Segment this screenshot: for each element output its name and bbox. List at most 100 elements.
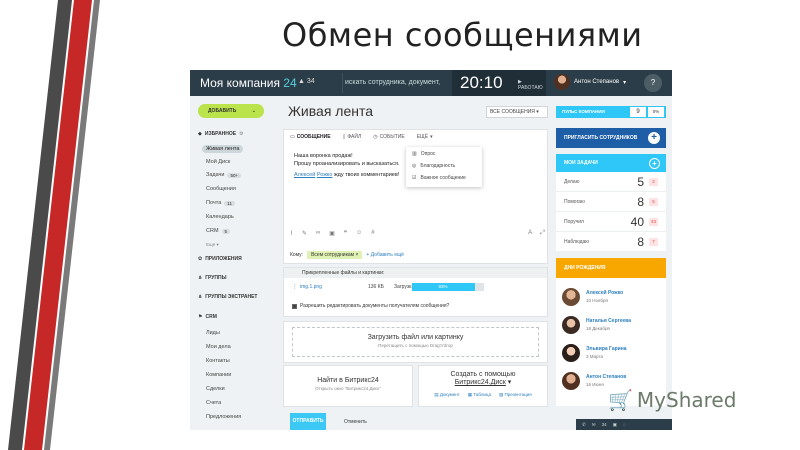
allow-edit-checkbox[interactable]: Разрешить редактировать документы получа…: [292, 303, 449, 309]
sidebar-item-calendar[interactable]: Календарь: [206, 214, 234, 220]
send-button[interactable]: ОТПРАВИТЬ: [290, 413, 326, 430]
recipient-chip[interactable]: Всем сотрудникам ×: [307, 251, 363, 259]
attached-file[interactable]: ⋮ img.1.png: [292, 284, 322, 290]
find-in-bitrix-box[interactable]: Найти в Битрикс24 Открыть окно "Битрикс2…: [283, 365, 413, 407]
quote-icon[interactable]: ❞: [344, 230, 347, 237]
dropzone[interactable]: Загрузить файл или картинку Перетащить с…: [292, 327, 539, 357]
task-row[interactable]: Поручил 40 43: [556, 212, 666, 232]
bottom-count: 34: [601, 422, 607, 427]
sidebar-section-favorites[interactable]: ◆ ИЗБРАННОЕ ⚙: [198, 131, 244, 137]
checkbox[interactable]: [292, 303, 297, 309]
task-row[interactable]: Наблюдаю 8 7: [556, 232, 666, 252]
presentation-icon: ▧: [498, 392, 504, 397]
new-count-badge: 5: [649, 198, 658, 206]
chevron-down-icon: ▾: [623, 79, 627, 86]
list-item[interactable]: Наталья Сергеева 18 Декабря: [562, 314, 666, 338]
sidebar-item-quotes[interactable]: Предложения: [206, 414, 241, 420]
sidebar-section-extranet[interactable]: ⋔ ГРУППЫ ЭКСТРАНЕТ: [198, 294, 257, 300]
editor-toolbar: ⌇ ✎ ∞ ▣ ❞ ☺ # A ⤢: [290, 230, 545, 237]
drag-icon[interactable]: ⋮: [292, 284, 297, 290]
task-row[interactable]: Помогаю 8 5: [556, 192, 666, 212]
tab-file[interactable]: ▯ ФАЙЛ: [343, 134, 362, 140]
video-icon[interactable]: ▣: [329, 230, 335, 237]
file-icon: ▯: [342, 134, 346, 140]
invite-employees-button[interactable]: ПРИГЛАСИТЬ СОТРУДНИКОВ +: [556, 128, 666, 148]
user-menu[interactable]: Антон Степанов ▾: [554, 74, 626, 90]
menu-item-important[interactable]: ☑ Важное сообщение: [412, 175, 466, 181]
help-button[interactable]: ?: [644, 74, 662, 92]
sidebar-section-crm[interactable]: ⚑ CRM: [198, 314, 217, 320]
all-messages-filter[interactable]: ВСЕ СООБЩЕНИЯ ▾: [486, 106, 548, 118]
post-composer: ▭ СООБЩЕНИЕ ▯ ФАЙЛ ◷ СОБЫТИЕ ЕЩЁ ▾ Наша воро…: [283, 129, 548, 264]
company-pulse[interactable]: ПУЛЬС КОМПАНИИ 9 0%: [556, 106, 666, 118]
notifications[interactable]: ▲ 34: [298, 78, 315, 85]
sidebar-item-contacts[interactable]: Контакты: [206, 358, 230, 364]
link-icon[interactable]: ∞: [316, 230, 320, 237]
watermark: 🛒 MyShared: [608, 388, 737, 412]
list-item[interactable]: Эльвира Гарина 3 Марта: [562, 342, 666, 366]
create-table[interactable]: ▦ Таблица: [468, 392, 491, 398]
cancel-button[interactable]: Отменить: [344, 419, 367, 425]
menu-item-thanks[interactable]: ◎ Благодарность: [412, 163, 455, 169]
plus-icon[interactable]: +: [649, 158, 660, 169]
create-presentation[interactable]: ▧ Презентация: [499, 392, 532, 398]
search-input[interactable]: искать сотрудника, документ,: [342, 73, 452, 93]
tab-event[interactable]: ◷ СОБЫТИЕ: [373, 134, 404, 140]
add-recipient-link[interactable]: + Добавить ещё: [366, 252, 403, 258]
bitrix24-window: Моя компания 24 ▲ 34 искать сотрудника, …: [190, 70, 672, 430]
sidebar-item-feed[interactable]: Живая лента: [202, 145, 244, 153]
task-row[interactable]: Делаю 5 2: [556, 172, 666, 192]
create-document[interactable]: ▤ Документ: [434, 392, 460, 398]
mention[interactable]: Рожко: [317, 172, 333, 178]
company-name: Моя компания: [200, 76, 280, 90]
sidebar-item-my-activities[interactable]: Мои дела: [206, 344, 231, 350]
avatar: [562, 288, 580, 306]
sidebar-section-groups[interactable]: ⋔ ГРУППЫ: [198, 275, 227, 281]
more-dropdown: ▥ Опрос ◎ Благодарность ☑ Важное сообщение: [406, 147, 482, 187]
page-title: Живая лента: [288, 103, 374, 119]
menu-item-poll[interactable]: ▥ Опрос: [412, 151, 435, 157]
create-options: ▤ Документ ▦ Таблица ▧ Презентация: [419, 392, 547, 398]
mention[interactable]: Алексей: [294, 172, 315, 178]
notification-count: 34: [306, 78, 315, 85]
text-format-icon[interactable]: A: [528, 230, 532, 237]
file-size: 136 КБ: [368, 284, 384, 290]
pencil-icon[interactable]: ✎: [302, 230, 307, 237]
sidebar-item-disk[interactable]: Мой Диск: [206, 159, 230, 165]
gear-icon[interactable]: ⚙: [239, 131, 243, 137]
message-text[interactable]: Наша воронка продаж! Прошу проанализиров…: [294, 153, 400, 180]
avatar: [562, 316, 580, 334]
sidebar-item-mail[interactable]: Почта 11: [206, 200, 235, 206]
sidebar-item-deals[interactable]: Сделки: [206, 386, 225, 392]
my-tasks-header[interactable]: МОИ ЗАДАЧИ +: [556, 154, 666, 172]
sidebar-item-messages[interactable]: Сообщения: [206, 186, 236, 192]
tag-icon[interactable]: #: [371, 230, 374, 237]
composer-tabs: ▭ СООБЩЕНИЕ ▯ ФАЙЛ ◷ СОБЫТИЕ ЕЩЁ ▾: [290, 134, 433, 140]
sidebar-item-companies[interactable]: Компании: [206, 372, 231, 378]
list-item[interactable]: Алексей Рожко 10 Ноября: [562, 286, 666, 310]
chat-icon[interactable]: ◌: [623, 422, 626, 427]
upload-area: Загрузить файл или картинку Перетащить с…: [283, 321, 548, 363]
decorative-stripes: [8, 0, 100, 450]
close-icon[interactable]: ×: [355, 252, 358, 258]
sidebar-item-tasks[interactable]: Задачи 50+: [206, 172, 242, 178]
tab-more[interactable]: ЕЩЁ ▾: [417, 134, 433, 140]
clock-time: 20:10: [460, 73, 503, 92]
sidebar-item-leads[interactable]: Лиды: [206, 330, 220, 336]
badge: 5: [221, 228, 231, 234]
tab-message[interactable]: ▭ СООБЩЕНИЕ: [290, 134, 331, 140]
work-clock[interactable]: 20:10 ▶ РАБОТАЮ: [452, 70, 546, 96]
phone-icon[interactable]: ✆: [582, 422, 586, 428]
add-button[interactable]: ДОБАВИТЬ ⌄: [198, 104, 264, 118]
sidebar-item-crm[interactable]: CRM 5: [206, 228, 231, 234]
company-logo[interactable]: Моя компания 24: [200, 76, 297, 90]
fullscreen-icon[interactable]: ⤢: [540, 230, 545, 237]
chevron-down-icon: ⌄: [251, 108, 256, 114]
sidebar-more[interactable]: Ещё ▾: [206, 242, 219, 248]
messenger-icon[interactable]: ✉: [592, 422, 596, 428]
video-icon[interactable]: ▣: [613, 422, 617, 428]
paperclip-icon[interactable]: ⌇: [290, 230, 293, 237]
sidebar-section-apps[interactable]: ✿ ПРИЛОЖЕНИЯ: [198, 256, 242, 262]
sidebar-item-invoices[interactable]: Счета: [206, 400, 221, 406]
mention-icon[interactable]: ☺: [356, 230, 362, 237]
